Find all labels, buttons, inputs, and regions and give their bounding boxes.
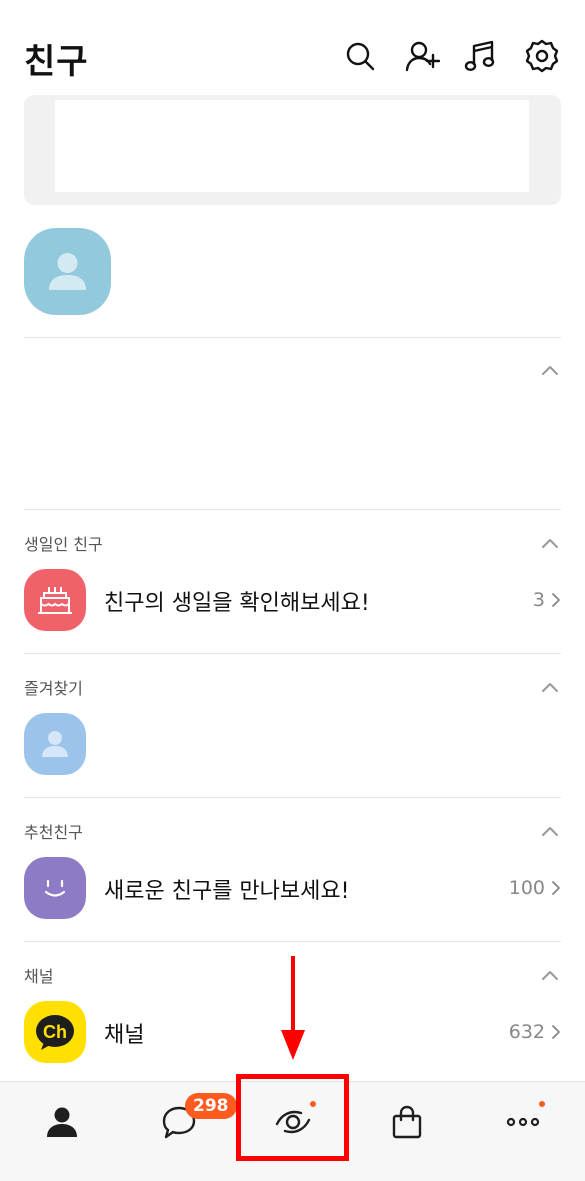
annotation-arrow-icon xyxy=(281,956,305,1060)
chevron-right-icon xyxy=(552,593,560,607)
collapse-chevron-icon[interactable] xyxy=(540,362,560,376)
my-profile-avatar[interactable] xyxy=(24,228,111,315)
more-tab[interactable] xyxy=(464,1082,581,1162)
more-dots-icon xyxy=(506,1117,539,1127)
channel-logo-icon: Ch xyxy=(24,1001,86,1063)
add-friend-icon[interactable] xyxy=(404,38,441,74)
friends-tab[interactable] xyxy=(3,1082,120,1162)
favorite-friend-avatar[interactable] xyxy=(24,713,86,775)
divider xyxy=(24,941,561,942)
chevron-right-icon xyxy=(552,1025,560,1039)
birthday-row-label[interactable]: 친구의 생일을 확인해보세요! xyxy=(104,585,370,617)
ad-banner[interactable] xyxy=(24,95,561,205)
channel-count-value: 632 xyxy=(508,1021,545,1043)
section-title-channel: 채널 xyxy=(24,967,54,986)
collapse-chevron-icon[interactable] xyxy=(540,679,560,693)
recommended-count-value: 100 xyxy=(508,877,545,899)
birthday-count-value: 3 xyxy=(532,589,545,611)
recommended-count[interactable]: 100 xyxy=(509,877,561,899)
shopping-bag-icon xyxy=(392,1105,421,1139)
birthday-count[interactable]: 3 xyxy=(533,589,561,611)
ad-banner-content xyxy=(55,100,529,192)
channel-count[interactable]: 632 xyxy=(509,1021,561,1043)
more-tab-new-dot xyxy=(539,1101,545,1107)
channel-logo-text: Ch xyxy=(43,1022,67,1042)
channel-row-label[interactable]: 채널 xyxy=(104,1017,144,1049)
section-title-recommended: 추천친구 xyxy=(24,823,83,842)
collapse-chevron-icon[interactable] xyxy=(540,967,560,981)
person-icon xyxy=(46,1107,77,1137)
music-icon[interactable] xyxy=(463,38,499,74)
settings-icon[interactable] xyxy=(524,38,560,74)
header: 친구 xyxy=(0,0,585,95)
chat-unread-badge: 298 xyxy=(185,1093,237,1119)
recommended-row-label[interactable]: 새로운 친구를 만나보세요! xyxy=(104,873,349,905)
chevron-right-icon xyxy=(552,881,560,895)
divider xyxy=(24,337,561,338)
smile-face-icon xyxy=(24,857,86,919)
page-title: 친구 xyxy=(24,42,89,82)
collapse-chevron-icon[interactable] xyxy=(540,823,560,837)
divider xyxy=(24,797,561,798)
section-title-favorites: 즐겨찾기 xyxy=(24,679,83,698)
highlight-box xyxy=(236,1074,349,1161)
search-icon[interactable] xyxy=(342,38,378,74)
collapse-chevron-icon[interactable] xyxy=(540,535,560,549)
section-title-birthday: 생일인 친구 xyxy=(24,535,103,554)
shopping-tab[interactable] xyxy=(348,1082,465,1162)
divider xyxy=(24,509,561,510)
divider xyxy=(24,653,561,654)
birthday-cake-icon xyxy=(24,569,86,631)
